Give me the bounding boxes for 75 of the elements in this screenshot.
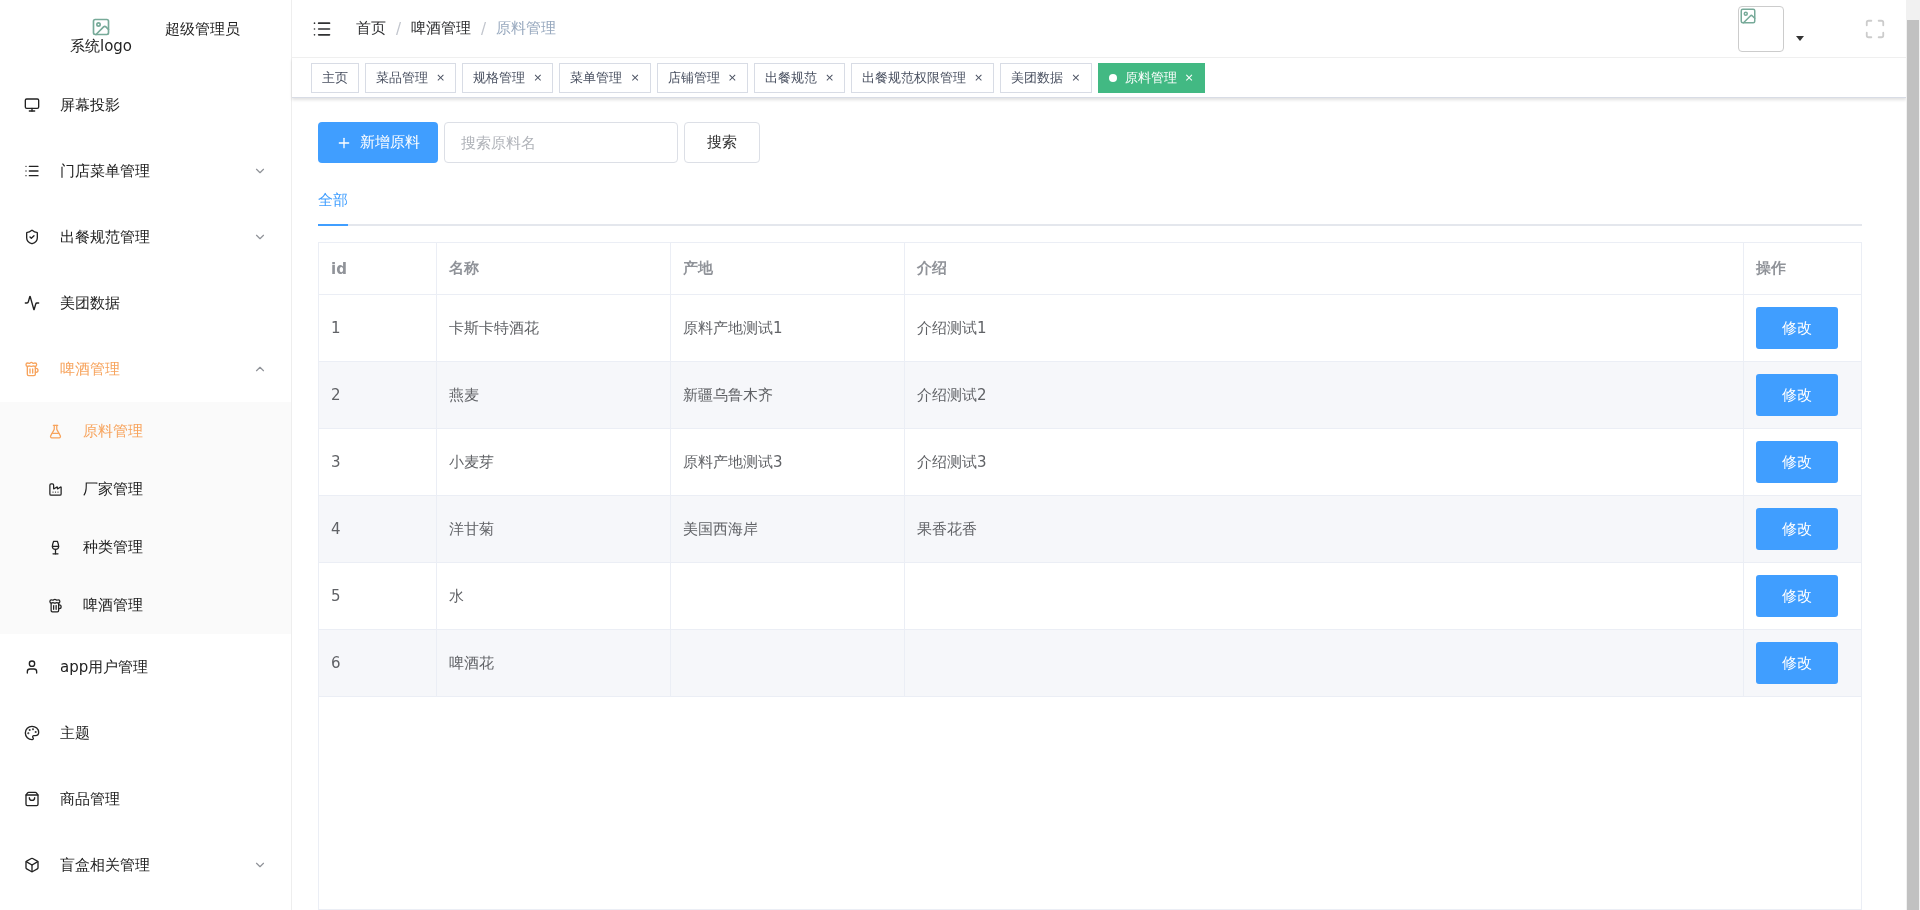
menu-icon <box>24 163 40 179</box>
table-cell: 洋甘菊 <box>437 496 671 562</box>
breadcrumb-item[interactable]: 首页 <box>356 19 386 38</box>
breadcrumb-separator: / <box>481 19 487 38</box>
close-icon[interactable]: × <box>533 71 543 84</box>
column-header: 介绍 <box>905 243 1744 294</box>
sidebar-item[interactable]: 出餐规范管理 <box>0 204 291 270</box>
table-cell: 介绍测试3 <box>905 429 1744 495</box>
sidebar-item[interactable]: 盲盒相关管理 <box>0 832 291 898</box>
table-cell: 4 <box>319 496 437 562</box>
table-cell: 啤酒花 <box>437 630 671 696</box>
fullscreen-icon[interactable] <box>1864 17 1886 40</box>
tag-tab[interactable]: 美团数据 × <box>1000 62 1092 93</box>
sidebar-item[interactable]: 主题 <box>0 700 291 766</box>
search-button[interactable]: 搜索 <box>684 122 760 163</box>
column-header: 操作 <box>1755 258 1787 279</box>
table-cell: 6 <box>319 630 437 696</box>
menu-icon <box>48 597 63 613</box>
avatar[interactable] <box>1738 5 1784 52</box>
menu-icon <box>24 659 40 675</box>
menu-icon <box>48 481 63 497</box>
user-name: 超级管理员 <box>165 19 240 39</box>
sidebar-item[interactable]: app用户管理 <box>0 634 291 700</box>
sidebar-item[interactable]: 美团数据 <box>0 270 291 336</box>
close-icon[interactable]: × <box>824 71 835 84</box>
table-cell: 美国西海岸 <box>671 496 905 562</box>
breadcrumb-item: 原料管理 <box>496 19 557 38</box>
table-cell: 介绍测试1 <box>905 295 1744 361</box>
table-cell: 原料产地测试3 <box>671 429 905 495</box>
table-cell: 3 <box>319 429 437 495</box>
active-dot-icon <box>1108 73 1117 82</box>
menu-icon <box>24 791 40 807</box>
logo-alt-text: 系统logo <box>69 36 132 56</box>
breadcrumb-item[interactable]: 啤酒管理 <box>411 19 472 38</box>
menu-icon <box>48 423 63 439</box>
table-cell: 2 <box>319 362 437 428</box>
table-cell: 介绍测试2 <box>905 362 1744 428</box>
caret-icon[interactable] <box>1796 36 1804 41</box>
table-cell: 水 <box>437 563 671 629</box>
menu-icon <box>24 361 40 377</box>
column-header: id <box>319 243 437 294</box>
table-cell: 小麦芽 <box>437 429 671 495</box>
tag-tab[interactable]: 菜单管理 × <box>559 62 651 93</box>
column-header: 产地 <box>671 243 905 294</box>
tag-tab[interactable]: 店铺管理 × <box>656 62 748 93</box>
tag-tab[interactable]: 出餐规范权限管理 × <box>851 62 995 93</box>
column-header: 名称 <box>437 243 671 294</box>
sidebar-item[interactable]: 门店菜单管理 <box>0 138 291 204</box>
table-cell: 燕麦 <box>437 362 671 428</box>
tag-tab[interactable]: 规格管理 × <box>462 62 554 93</box>
close-icon[interactable]: × <box>727 71 737 84</box>
search-field[interactable]: 搜索原料名 <box>444 122 678 163</box>
breadcrumb-separator: / <box>396 19 402 38</box>
table-cell: 5 <box>319 563 437 629</box>
menu-icon <box>24 857 40 873</box>
menu-icon <box>24 295 40 311</box>
tag-tab[interactable]: 出餐规范 × <box>753 62 846 93</box>
scrollbar[interactable] <box>1906 0 1920 910</box>
table-cell: 1 <box>319 295 437 361</box>
close-icon[interactable]: × <box>974 71 984 84</box>
menu-icon <box>24 229 40 245</box>
table-cell: 果香花香 <box>905 496 1744 562</box>
broken-image-icon <box>91 16 111 37</box>
sidebar-item[interactable]: 屏幕投影 <box>0 72 291 138</box>
table-cell: 新疆乌鲁木齐 <box>671 362 905 428</box>
menu-icon <box>24 725 40 741</box>
menu-icon <box>24 97 40 113</box>
close-icon[interactable]: × <box>1071 71 1081 84</box>
table-cell: 原料产地测试1 <box>671 295 905 361</box>
table-cell: 卡斯卡特酒花 <box>437 295 671 361</box>
close-icon[interactable]: × <box>436 71 446 84</box>
sidebar-item[interactable]: 商品管理 <box>0 766 291 832</box>
tag-tab[interactable]: 主页 <box>311 62 359 93</box>
tag-tab[interactable]: 菜品管理 × <box>365 62 457 93</box>
close-icon[interactable]: × <box>630 71 640 84</box>
